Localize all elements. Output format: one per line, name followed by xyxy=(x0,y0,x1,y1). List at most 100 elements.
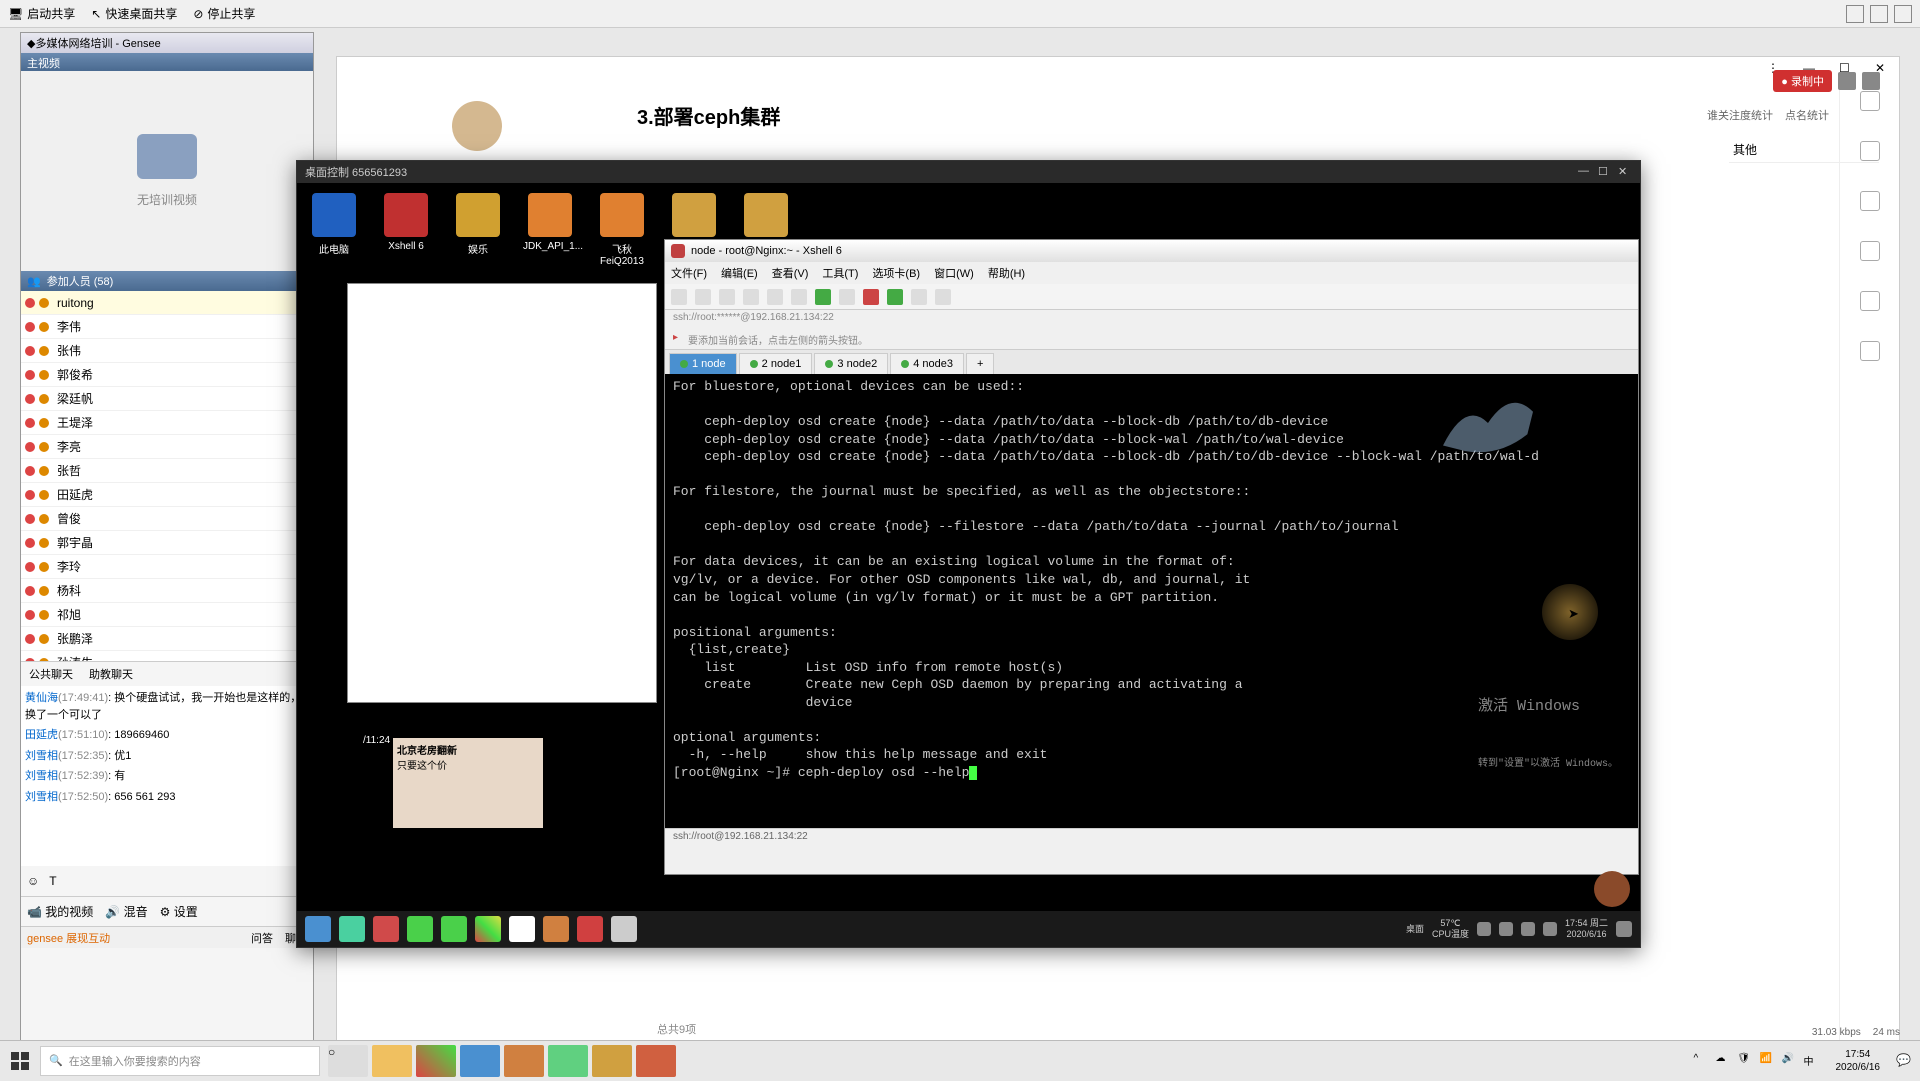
host-app-6[interactable] xyxy=(592,1045,632,1077)
xshell-terminal[interactable]: For bluestore, optional devices can be u… xyxy=(665,374,1638,828)
toolbar-save-icon[interactable] xyxy=(719,289,735,305)
participant-row[interactable]: 孙涛生 xyxy=(21,651,313,661)
tray-expand-icon[interactable]: ^ xyxy=(1694,1053,1710,1069)
tray-cloud-icon[interactable]: ☁ xyxy=(1716,1053,1732,1069)
taskbar-show-desktop[interactable] xyxy=(305,916,331,942)
terminal-tab[interactable]: 3 node2 xyxy=(814,353,888,374)
inner-file-browser[interactable] xyxy=(347,283,657,703)
follow-stats-link[interactable]: 谁关注度统计 xyxy=(1707,107,1773,123)
outline-icon[interactable] xyxy=(1860,91,1880,111)
taskview-icon[interactable]: ○ xyxy=(328,1045,368,1077)
terminal-tab[interactable]: 1 node xyxy=(669,353,737,374)
ad-banner[interactable]: 北京老房翻新 只要这个价 xyxy=(393,738,543,828)
desktop-icon[interactable]: 此电脑 xyxy=(307,193,361,267)
host-app-explorer[interactable] xyxy=(372,1045,412,1077)
taskbar-app-4[interactable] xyxy=(577,916,603,942)
tray-wifi-icon[interactable]: 📶 xyxy=(1760,1053,1776,1069)
avatar[interactable] xyxy=(452,101,502,151)
start-share-button[interactable]: 🖥 启动共享 xyxy=(8,5,75,22)
rank-stats-link[interactable]: 点名统计 xyxy=(1785,107,1829,123)
tray-ime-icon[interactable] xyxy=(1543,922,1557,936)
menu-item[interactable]: 帮助(H) xyxy=(988,265,1025,281)
participant-row[interactable]: 张伟 xyxy=(21,339,313,363)
toolbar-color-icon[interactable] xyxy=(815,289,831,305)
participant-row[interactable]: 郭宇晶 xyxy=(21,531,313,555)
taskbar-app-1[interactable] xyxy=(339,916,365,942)
list-icon[interactable] xyxy=(1860,191,1880,211)
taskbar-app-2[interactable] xyxy=(373,916,399,942)
toolbar-paste-icon[interactable] xyxy=(767,289,783,305)
desktop-icon[interactable]: 飞秋FeiQ2013 xyxy=(595,193,649,267)
chat-messages[interactable]: 黄仙海(17:49:41): 换个硬盘试试，我一开始也是这样的，换了一个可以了田… xyxy=(21,686,313,866)
add-tab-button[interactable]: + xyxy=(966,353,994,374)
taskbar-wechat[interactable] xyxy=(441,916,467,942)
terminal-tab[interactable]: 2 node1 xyxy=(739,353,813,374)
menu-item[interactable]: 查看(V) xyxy=(772,265,809,281)
participant-row[interactable]: 李亮 xyxy=(21,435,313,459)
layout-icon-3[interactable] xyxy=(1894,5,1912,23)
host-clock[interactable]: 17:54 2020/6/16 xyxy=(1828,1048,1889,1074)
xshell-address-bar[interactable]: ssh://root:******@192.168.21.134:22 xyxy=(665,310,1638,330)
toolbar-reconnect-icon[interactable] xyxy=(887,289,903,305)
taskbar-vm[interactable] xyxy=(543,916,569,942)
tray-sound-icon[interactable]: 🔊 xyxy=(1782,1053,1798,1069)
remote-desktop-area[interactable]: 此电脑Xshell 6娱乐JDK_API_1...飞秋FeiQ2013 /11:… xyxy=(297,183,1640,947)
recording-badge[interactable]: ● 录制中 xyxy=(1773,70,1832,92)
toolbar-disconnect-icon[interactable] xyxy=(863,289,879,305)
menu-item[interactable]: 编辑(E) xyxy=(721,265,758,281)
text-icon[interactable]: T xyxy=(49,874,56,888)
remote-maximize-icon[interactable]: ☐ xyxy=(1598,165,1612,179)
taskbar-desktop-label[interactable]: 桌面 xyxy=(1406,924,1424,935)
tray-volume-icon[interactable] xyxy=(1521,922,1535,936)
participant-row[interactable]: ruitong xyxy=(21,291,313,315)
desktop-icon[interactable]: Xshell 6 xyxy=(379,193,433,267)
quick-desktop-button[interactable]: ↖ 快速桌面共享 xyxy=(91,5,177,22)
chat-tab-public[interactable]: 公共聊天 xyxy=(21,662,81,686)
host-search-input[interactable]: 🔍 在这里输入你要搜索的内容 xyxy=(40,1046,320,1076)
participant-row[interactable]: 张哲 xyxy=(21,459,313,483)
host-app-chrome[interactable] xyxy=(416,1045,456,1077)
taskbar-notes[interactable] xyxy=(611,916,637,942)
my-video-button[interactable]: 📹 我的视频 xyxy=(27,903,93,920)
share-icon[interactable] xyxy=(1860,241,1880,261)
emoji-icon[interactable]: ☺ xyxy=(27,874,39,888)
remote-close-icon[interactable]: ✕ xyxy=(1618,165,1632,179)
quickbar-arrow-icon[interactable]: ▸ xyxy=(673,332,678,347)
toolbar-open-icon[interactable] xyxy=(695,289,711,305)
tray-network-icon[interactable] xyxy=(1499,922,1513,936)
stop-share-button[interactable]: ⊘ 停止共享 xyxy=(193,5,255,22)
menu-item[interactable]: 窗口(W) xyxy=(934,265,974,281)
taskbar-app-3[interactable] xyxy=(407,916,433,942)
toolbar-copy-icon[interactable] xyxy=(743,289,759,305)
remote-clock[interactable]: 17:54 周二 2020/6/16 xyxy=(1565,918,1608,940)
menu-item[interactable]: 工具(T) xyxy=(822,265,858,281)
host-app-4[interactable] xyxy=(504,1045,544,1077)
start-button[interactable] xyxy=(0,1041,40,1081)
remote-title-bar[interactable]: 桌面控制 656561293 — ☐ ✕ xyxy=(297,161,1640,183)
tray-battery-icon[interactable] xyxy=(1477,922,1491,936)
qa-tab[interactable]: 问答 xyxy=(251,930,273,946)
participant-row[interactable]: 郭俊希 xyxy=(21,363,313,387)
menu-item[interactable]: 文件(F) xyxy=(671,265,707,281)
participant-row[interactable]: 祁旭 xyxy=(21,603,313,627)
rec-gear-icon[interactable] xyxy=(1862,72,1880,90)
toolbar-lock-icon[interactable] xyxy=(935,289,951,305)
participant-row[interactable]: 王堤泽 xyxy=(21,411,313,435)
tray-lang-icon[interactable]: 中 xyxy=(1804,1053,1820,1069)
participant-row[interactable]: 梁廷帆 xyxy=(21,387,313,411)
layout-icon-2[interactable] xyxy=(1870,5,1888,23)
mute-button[interactable]: 🔊 混音 xyxy=(105,903,147,920)
participant-row[interactable]: 田延虎 xyxy=(21,483,313,507)
participant-row[interactable]: 张鹏泽 xyxy=(21,627,313,651)
toolbar-font-icon[interactable] xyxy=(839,289,855,305)
taskbar-chrome[interactable] xyxy=(475,916,501,942)
settings-button[interactable]: ⚙ 设置 xyxy=(160,903,198,920)
more-options-icon[interactable] xyxy=(1860,341,1880,361)
participant-row[interactable]: 曾俊 xyxy=(21,507,313,531)
participant-row[interactable]: 杨科 xyxy=(21,579,313,603)
host-app-edge[interactable] xyxy=(460,1045,500,1077)
desktop-icon[interactable]: JDK_API_1... xyxy=(523,193,577,267)
toolbar-search-icon[interactable] xyxy=(791,289,807,305)
host-app-7[interactable] xyxy=(636,1045,676,1077)
export-icon[interactable] xyxy=(1860,291,1880,311)
